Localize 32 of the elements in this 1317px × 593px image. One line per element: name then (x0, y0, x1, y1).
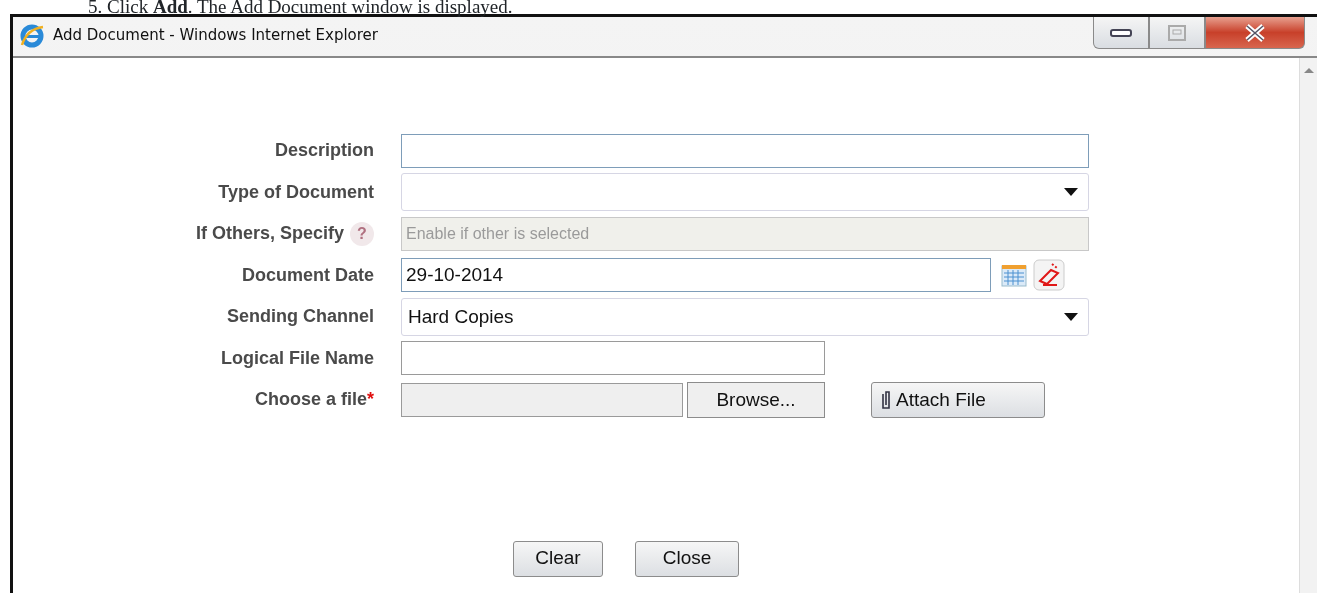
field-label: Choose a file* (254, 388, 374, 412)
close-window-button[interactable] (1205, 17, 1305, 49)
field-label: Document Date (241, 263, 374, 287)
date-field[interactable]: 29-10-2014 (401, 258, 991, 293)
scrollbar[interactable] (1299, 58, 1317, 593)
window-title: Add Document - Windows Internet Explorer (53, 25, 378, 47)
dropdown-field[interactable]: Hard Copies (401, 297, 1089, 336)
browser-logo-icon (19, 22, 45, 49)
scroll-up-icon[interactable] (1302, 66, 1315, 74)
required-mark: * (367, 389, 374, 410)
minimize-icon (1110, 27, 1132, 38)
field-label: Sending Channel (227, 305, 374, 329)
dropdown-caret-icon (1064, 188, 1078, 197)
dialog-button[interactable]: Close (635, 540, 739, 577)
maximize-icon (1168, 24, 1186, 41)
dropdown-caret-icon (1064, 312, 1078, 321)
dropdown-field[interactable] (401, 173, 1089, 212)
field-label: Logical File Name (220, 346, 374, 370)
browse-button[interactable]: Browse... (687, 381, 825, 418)
dialog-button[interactable]: Clear (513, 540, 603, 577)
close-icon (1243, 23, 1267, 42)
field-label: Type of Document (218, 180, 374, 204)
field-label: Description (274, 139, 374, 163)
attach-file-button[interactable]: Attach File (871, 381, 1045, 418)
text-field[interactable] (401, 341, 825, 376)
text-field[interactable] (401, 133, 1089, 168)
field-label: If Others, Specify (195, 222, 344, 246)
eraser-icon[interactable] (1033, 259, 1065, 292)
minimize-button[interactable] (1093, 17, 1149, 49)
calendar-icon[interactable] (1001, 263, 1027, 288)
paperclip-icon (880, 388, 892, 411)
file-path-field[interactable] (401, 382, 683, 417)
